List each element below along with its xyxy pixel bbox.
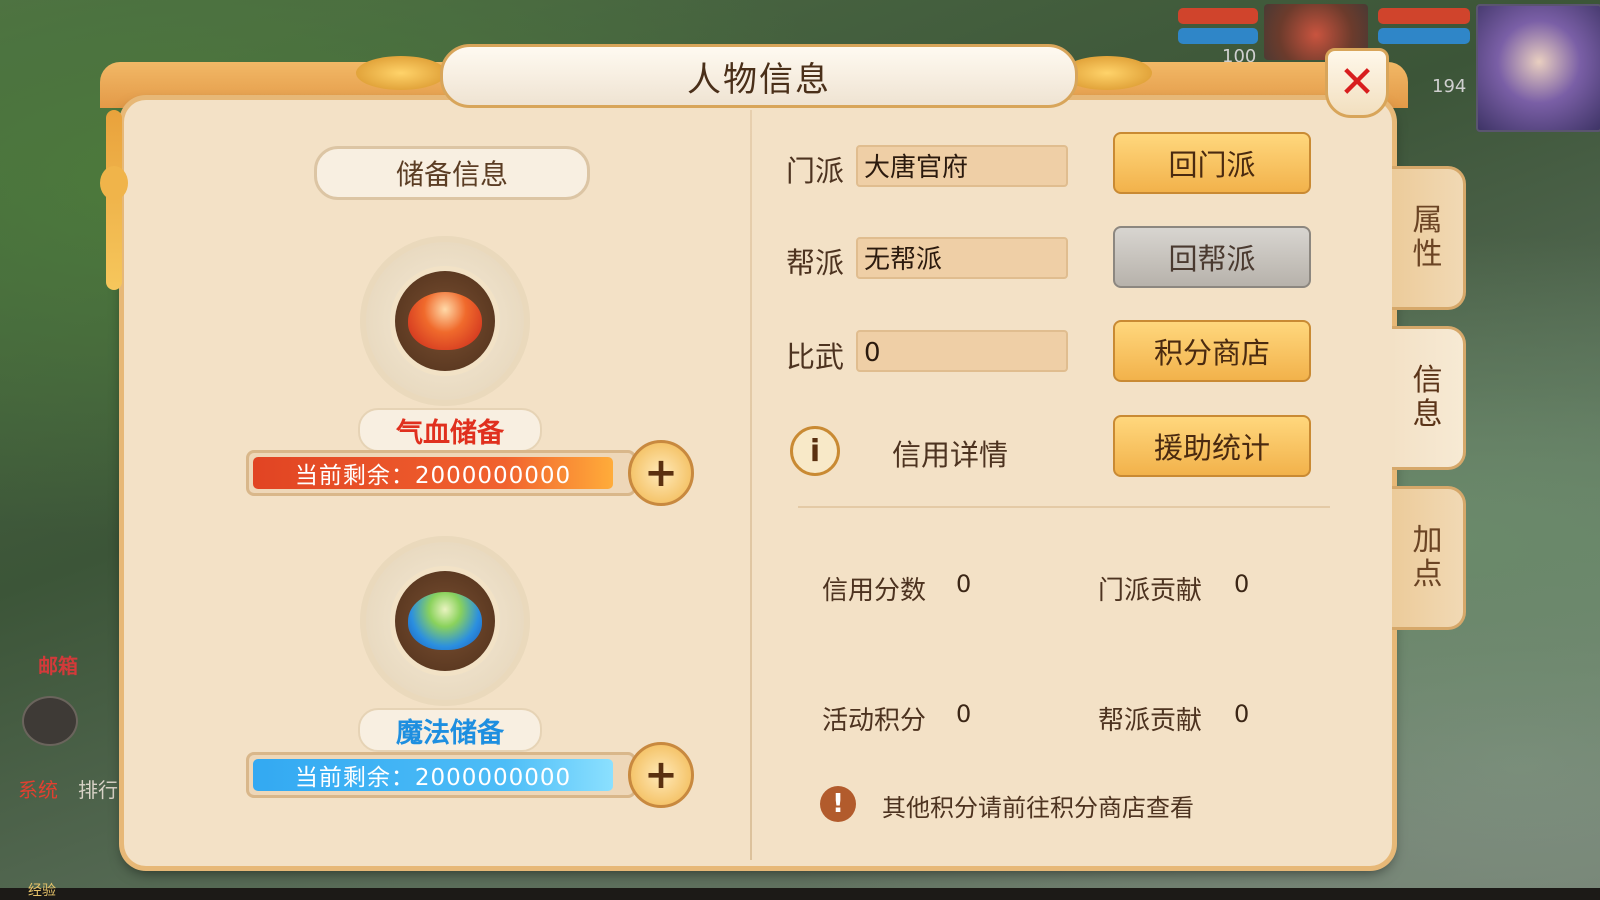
sect-label: 门派 bbox=[786, 154, 845, 188]
player-mp-bar bbox=[1378, 28, 1470, 44]
credit-score-label: 信用分数 bbox=[822, 576, 927, 606]
return-guild-button[interactable]: 回帮派 bbox=[1113, 226, 1311, 288]
guild-field: 无帮派 bbox=[856, 237, 1068, 279]
credit-score-value: 0 bbox=[956, 570, 972, 598]
arena-field: 0 bbox=[856, 330, 1068, 372]
stats-divider bbox=[798, 506, 1330, 508]
mp-bowl-frame bbox=[395, 571, 495, 671]
window-title: 人物信息 bbox=[687, 59, 831, 100]
guild-label: 帮派 bbox=[786, 246, 845, 280]
activity-points-value: 0 bbox=[956, 700, 972, 728]
close-button[interactable]: ✕ bbox=[1325, 48, 1389, 118]
player-level: 194 bbox=[1432, 76, 1467, 97]
credit-details-link[interactable]: 信用详情 bbox=[892, 432, 1008, 474]
mp-storage-remaining: 当前剩余：2000000000 bbox=[253, 759, 613, 791]
plus-icon: + bbox=[644, 752, 678, 798]
hp-bowl-icon bbox=[408, 292, 482, 350]
hp-storage-remaining: 当前剩余：2000000000 bbox=[253, 457, 613, 489]
arena-label: 比武 bbox=[786, 340, 845, 374]
guild-contribution-label: 帮派贡献 bbox=[1098, 706, 1203, 736]
player-portrait[interactable] bbox=[1476, 4, 1600, 132]
hp-storage-label: 气血储备 bbox=[358, 408, 542, 452]
tab-add-points-char-2: 点 bbox=[1412, 557, 1443, 592]
column-divider bbox=[750, 110, 752, 860]
title-ornament-left bbox=[356, 56, 446, 90]
sect-contribution-label: 门派贡献 bbox=[1098, 576, 1203, 606]
warning-icon: ! bbox=[820, 786, 856, 822]
player-hp-bar bbox=[1378, 8, 1470, 24]
points-hint: 其他积分请前往积分商店查看 bbox=[882, 794, 1194, 822]
guild-contribution-value: 0 bbox=[1234, 700, 1250, 728]
exp-label: 经验 bbox=[28, 883, 56, 899]
tab-add-points[interactable]: 加 点 bbox=[1392, 486, 1466, 630]
mailbox-label[interactable]: 邮箱 bbox=[38, 650, 138, 679]
tab-info-char-1: 信 bbox=[1412, 363, 1443, 398]
title-plate: 人物信息 bbox=[440, 44, 1078, 108]
hp-storage-add-button[interactable]: + bbox=[628, 440, 694, 506]
close-icon: ✕ bbox=[1338, 57, 1376, 108]
return-sect-button[interactable]: 回门派 bbox=[1113, 132, 1311, 194]
tab-attributes[interactable]: 属 性 bbox=[1392, 166, 1466, 310]
chat-icon[interactable] bbox=[22, 696, 78, 746]
info-icon[interactable]: i bbox=[790, 426, 840, 476]
storage-section-title: 储备信息 bbox=[314, 146, 590, 200]
hp-bowl-frame bbox=[395, 271, 495, 371]
sect-contribution-value: 0 bbox=[1234, 570, 1250, 598]
sect-field: 大唐官府 bbox=[856, 145, 1068, 187]
tab-attributes-char-1: 属 bbox=[1412, 203, 1443, 238]
hp-storage-bar: 当前剩余：2000000000 bbox=[246, 450, 636, 496]
assist-stats-button[interactable]: 援助统计 bbox=[1113, 415, 1311, 477]
tab-info[interactable]: 信 息 bbox=[1392, 326, 1466, 470]
tassel-knot bbox=[100, 166, 128, 200]
mp-storage-orb bbox=[360, 536, 530, 706]
activity-points-label: 活动积分 bbox=[822, 706, 927, 736]
mp-storage-bar: 当前剩余：2000000000 bbox=[246, 752, 636, 798]
target-mp-bar bbox=[1178, 28, 1258, 44]
mp-bowl-icon bbox=[408, 592, 482, 650]
exp-bar bbox=[0, 888, 1600, 900]
plus-icon: + bbox=[644, 450, 678, 496]
mp-storage-label: 魔法储备 bbox=[358, 708, 542, 752]
hp-storage-orb bbox=[360, 236, 530, 406]
tassel-ornament bbox=[106, 110, 122, 290]
points-shop-button[interactable]: 积分商店 bbox=[1113, 320, 1311, 382]
tab-add-points-char-1: 加 bbox=[1412, 523, 1443, 558]
tab-info-char-2: 息 bbox=[1412, 397, 1443, 432]
target-hp-bar bbox=[1178, 8, 1258, 24]
tab-attributes-char-2: 性 bbox=[1412, 237, 1443, 272]
mp-storage-add-button[interactable]: + bbox=[628, 742, 694, 808]
